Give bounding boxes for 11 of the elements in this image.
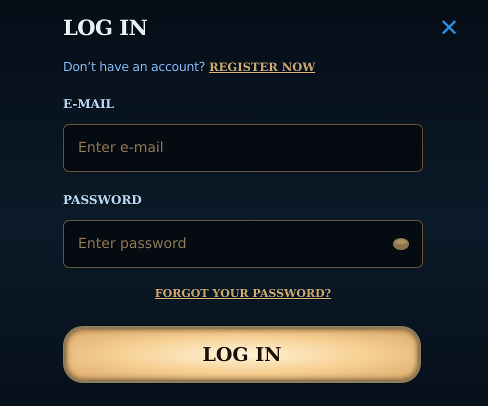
email-field[interactable]: Enter e-mail — [63, 124, 423, 172]
field-label: PASSWORD — [63, 192, 142, 209]
close-button[interactable]: ✕ — [437, 15, 461, 41]
forgot-password-link[interactable]: FORGOT YOUR PASSWORD? — [154, 286, 332, 302]
field-label: E-MAIL — [63, 96, 114, 113]
login-button[interactable]: LOG IN — [63, 326, 421, 384]
eye-icon[interactable] — [393, 238, 409, 250]
register-link[interactable]: REGISTER NOW — [209, 59, 316, 76]
signup-prompt: Don’t have an account? — [63, 58, 206, 76]
dialog-title: LOG IN — [63, 15, 148, 41]
password-field[interactable]: Enter password — [63, 220, 423, 268]
